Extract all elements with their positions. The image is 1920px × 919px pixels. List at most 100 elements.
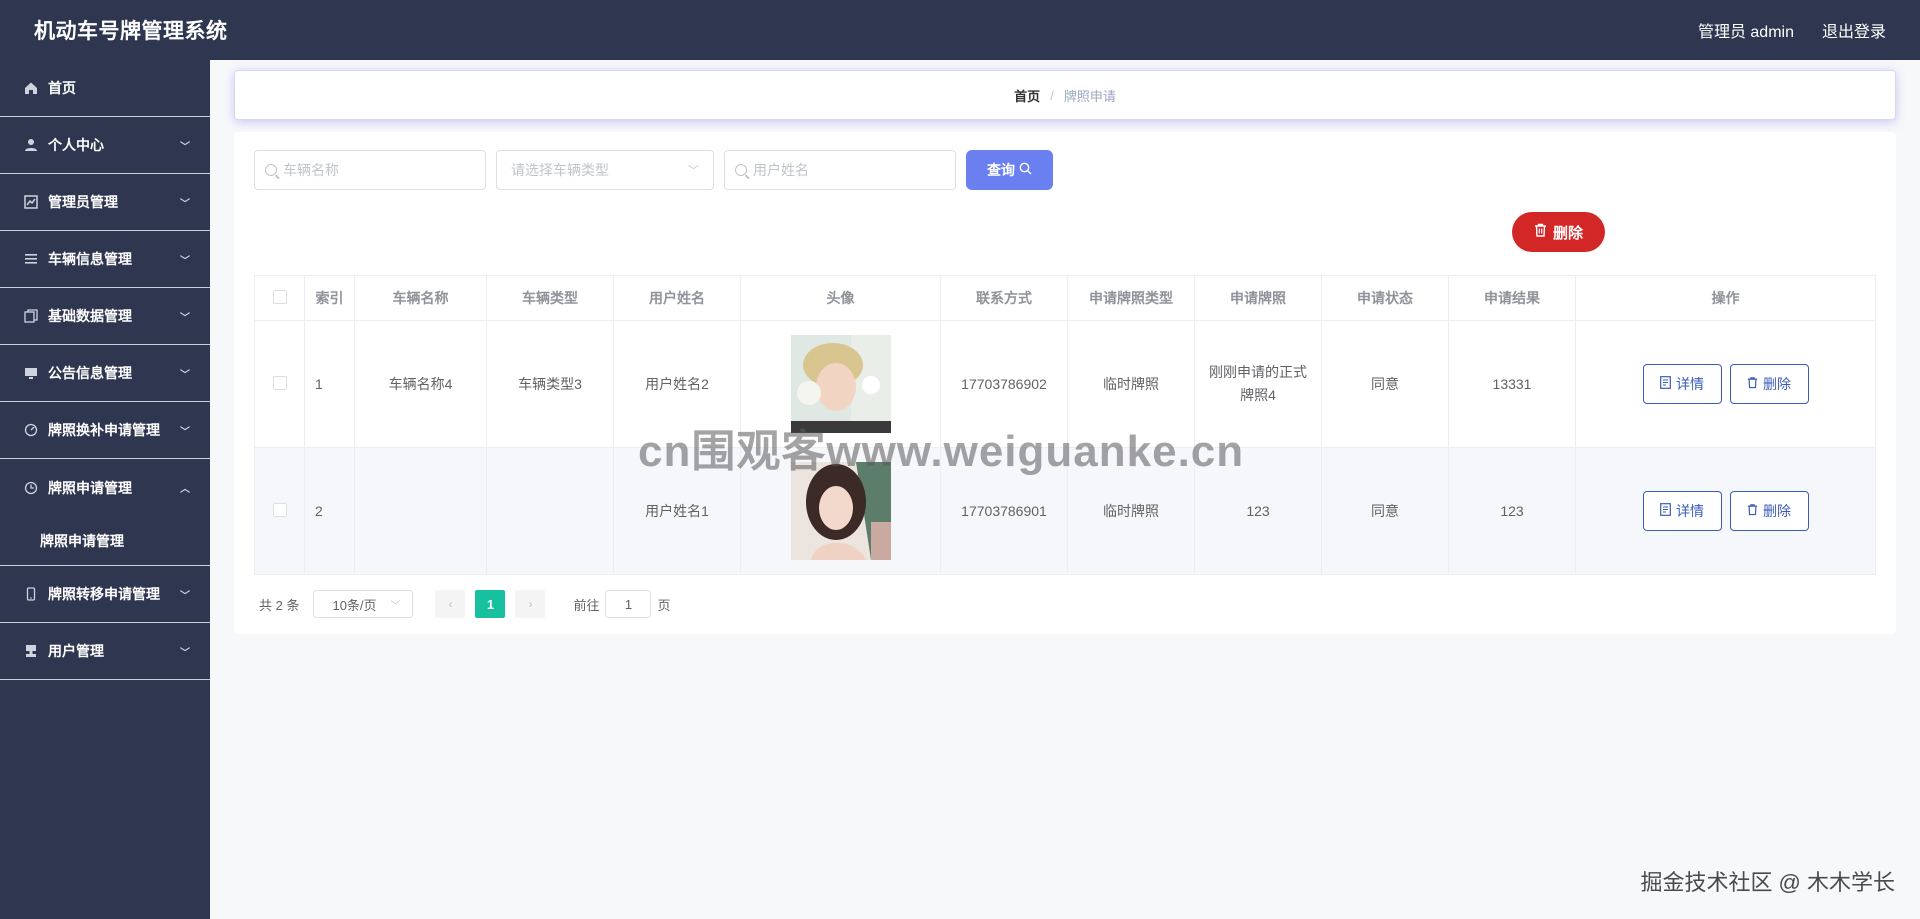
table-row: 1 车辆名称4 车辆类型3 用户姓名2 17703786902 临时牌照 刚刚申…	[254, 320, 1876, 448]
top-bar: 机动车号牌管理系统 管理员 admin 退出登录	[0, 0, 1920, 60]
footer-watermark: 掘金技术社区 @ 木木学长	[1640, 865, 1895, 897]
sidebar-item-user-management[interactable]: 用户管理 ﹀	[0, 623, 210, 680]
top-bar-actions: 管理员 admin 退出登录	[1698, 18, 1886, 42]
plate-application-table: 索引 车辆名称 车辆类型 用户姓名 头像 联系方式 申请牌照类型 申请牌照 申请…	[254, 275, 1876, 575]
goto-page-input[interactable]: 1	[605, 590, 652, 618]
chevron-up-icon: ︿	[180, 484, 190, 495]
delete-button[interactable]: 删除	[1729, 491, 1809, 531]
sidebar-item-plate-replace[interactable]: 牌照换补申请管理 ﹀	[0, 402, 210, 459]
list-icon	[24, 252, 38, 266]
admin-user-label[interactable]: 管理员 admin	[1698, 18, 1794, 42]
delete-button[interactable]: 删除	[1729, 364, 1809, 404]
sidebar-item-vehicle-info[interactable]: 车辆信息管理 ﹀	[0, 231, 210, 288]
home-icon	[24, 81, 38, 95]
row-plate: 123	[1194, 447, 1322, 575]
sidebar-item-label: 牌照转移申请管理	[48, 586, 160, 602]
sidebar-item-plate-transfer[interactable]: 牌照转移申请管理 ﹀	[0, 566, 210, 623]
sidebar-item-label: 牌照换补申请管理	[48, 422, 160, 438]
avatar[interactable]	[790, 462, 891, 560]
header-user-name: 用户姓名	[613, 275, 741, 321]
search-bar: 车辆名称 请选择车辆类型 ﹀ 用户姓名 查询	[254, 150, 1053, 190]
chevron-down-icon: ﹀	[180, 369, 190, 381]
row-index: 2	[304, 447, 355, 575]
sidebar-subitem-plate-apply[interactable]: 牌照申请管理	[0, 516, 210, 566]
user-name-input[interactable]: 用户姓名	[724, 150, 956, 190]
prev-page-button[interactable]: ‹	[435, 590, 466, 618]
footer-watermark-text: 掘金技术社区 @ 木木学长	[1640, 870, 1895, 895]
row-status: 同意	[1321, 447, 1449, 575]
row-plate-type: 临时牌照	[1067, 447, 1195, 575]
vehicle-type-select[interactable]: 请选择车辆类型 ﹀	[496, 150, 714, 190]
app-title: 机动车号牌管理系统	[34, 20, 228, 43]
breadcrumb: 首页 / 牌照申请	[234, 70, 1896, 120]
page-number-current[interactable]: 1	[475, 590, 506, 618]
logout-button[interactable]: 退出登录	[1822, 18, 1886, 42]
table-header-row: 索引 车辆名称 车辆类型 用户姓名 头像 联系方式 申请牌照类型 申请牌照 申请…	[254, 275, 1876, 321]
search-icon	[735, 164, 747, 176]
sidebar-item-home[interactable]: 首页	[0, 60, 210, 117]
chevron-down-icon: ﹀	[180, 590, 190, 602]
row-checkbox-cell[interactable]	[254, 320, 305, 448]
clock-icon	[24, 481, 38, 495]
chevron-down-icon: ﹀	[180, 647, 190, 659]
chevron-down-icon: ﹀	[180, 312, 190, 324]
header-avatar: 头像	[740, 275, 941, 321]
sidebar-item-label: 车辆信息管理	[48, 251, 132, 267]
sidebar-item-announcement[interactable]: 公告信息管理 ﹀	[0, 345, 210, 402]
page-size-select[interactable]: 10条/页 ﹀	[313, 590, 414, 618]
table-row: 2 用户姓名1 17703786901 临时牌照 123 同意 123 详情 删…	[254, 447, 1876, 575]
detail-label: 详情	[1676, 376, 1704, 392]
chevron-down-icon: ﹀	[390, 600, 401, 612]
row-checkbox-cell[interactable]	[254, 447, 305, 575]
select-all-checkbox[interactable]	[272, 289, 287, 304]
sidebar-item-plate-apply[interactable]: 牌照申请管理 ︿	[0, 459, 210, 516]
header-index: 索引	[304, 275, 355, 321]
header-select-all[interactable]	[254, 275, 305, 321]
chevron-down-icon: ﹀	[180, 198, 190, 210]
copy-icon	[24, 309, 38, 323]
sidebar-item-label: 牌照申请管理	[48, 479, 132, 496]
gauge-icon	[24, 423, 38, 437]
sidebar-item-label: 用户管理	[48, 643, 104, 659]
avatar[interactable]	[790, 335, 891, 433]
pagination: 共 2 条 10条/页 ﹀ ‹ 1 › 前往 1 页	[259, 590, 671, 618]
header-plate-type: 申请牌照类型	[1067, 275, 1195, 321]
row-vehicle-type	[486, 447, 614, 575]
row-checkbox[interactable]	[272, 502, 287, 517]
sidebar-item-admin-management[interactable]: 管理员管理 ﹀	[0, 174, 210, 231]
detail-button[interactable]: 详情	[1642, 491, 1722, 531]
batch-delete-label: 删除	[1552, 224, 1583, 242]
chevron-down-icon: ﹀	[180, 426, 190, 438]
sidebar-item-personal-center[interactable]: 个人中心 ﹀	[0, 117, 210, 174]
detail-button[interactable]: 详情	[1642, 364, 1722, 404]
trash-icon	[1747, 376, 1758, 392]
chart-icon	[24, 195, 38, 209]
stamp-icon	[24, 644, 38, 658]
phone-icon	[24, 587, 38, 601]
batch-delete-button[interactable]: 删除	[1512, 212, 1605, 252]
sidebar: 首页 个人中心 ﹀ 管理员管理 ﹀ 车辆信息管理 ﹀ 基础数据管理 ﹀ 公告信息…	[0, 60, 210, 919]
sidebar-item-basic-data[interactable]: 基础数据管理 ﹀	[0, 288, 210, 345]
sidebar-item-label: 基础数据管理	[48, 308, 132, 324]
delete-label: 删除	[1763, 503, 1791, 519]
breadcrumb-home[interactable]: 首页	[1014, 86, 1040, 105]
row-phone: 17703786902	[940, 320, 1068, 448]
header-plate: 申请牌照	[1194, 275, 1322, 321]
chevron-down-icon: ﹀	[688, 165, 699, 177]
header-phone: 联系方式	[940, 275, 1068, 321]
query-label: 查询	[987, 162, 1015, 178]
user-icon	[24, 138, 38, 152]
row-actions: 详情 删除	[1575, 320, 1876, 448]
search-icon	[1019, 162, 1032, 178]
document-icon	[1660, 503, 1671, 519]
row-avatar-cell	[740, 447, 941, 575]
header-status: 申请状态	[1321, 275, 1449, 321]
next-page-button[interactable]: ›	[515, 590, 546, 618]
sidebar-item-label: 公告信息管理	[48, 365, 132, 381]
row-checkbox[interactable]	[272, 375, 287, 390]
user-name-placeholder: 用户姓名	[753, 162, 809, 178]
query-button[interactable]: 查询	[966, 150, 1053, 190]
vehicle-name-input[interactable]: 车辆名称	[254, 150, 486, 190]
row-status: 同意	[1321, 320, 1449, 448]
delete-label: 删除	[1763, 376, 1791, 392]
